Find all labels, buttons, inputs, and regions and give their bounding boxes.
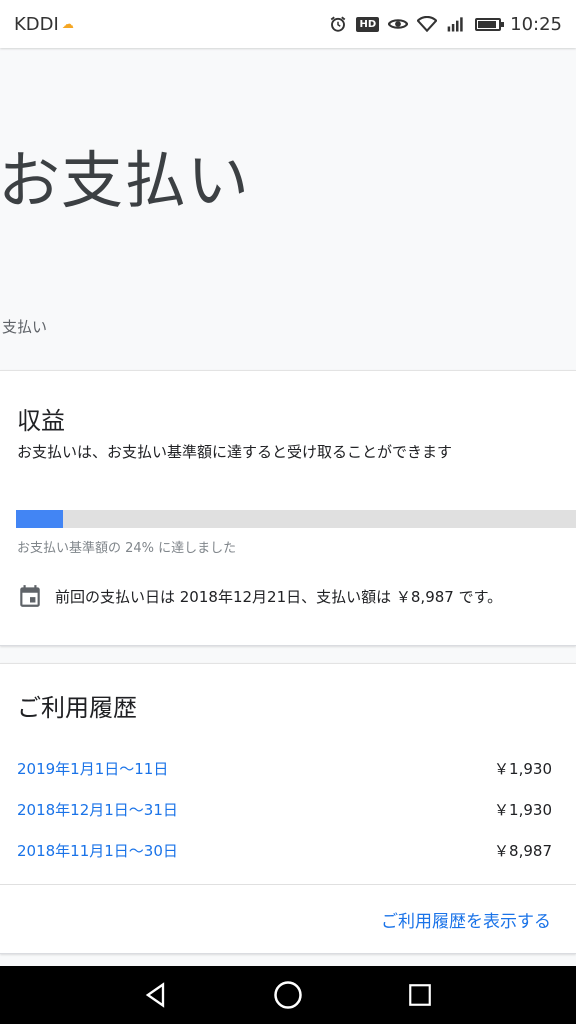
history-amount: ￥1,930: [494, 801, 552, 819]
navigation-bar: [0, 966, 576, 1024]
hd-badge: HD: [356, 16, 380, 32]
history-period-link[interactable]: 2018年12月1日〜31日: [17, 799, 178, 820]
signal-icon: [447, 17, 463, 32]
status-icons: HD 10:25: [329, 14, 562, 35]
home-icon: [274, 981, 302, 1009]
earnings-card: 収益 お支払いは、お支払い基準額に達すると受け取ることができます お支払い基準額…: [0, 370, 576, 646]
history-amount: ￥1,930: [494, 760, 552, 778]
progress-fill: [16, 510, 63, 528]
history-title: ご利用履歴: [17, 694, 137, 722]
home-button[interactable]: [270, 977, 306, 1013]
carrier-name: KDDI: [14, 13, 59, 35]
clock: 10:25: [510, 13, 562, 35]
carrier: KDDI ☁: [14, 14, 74, 35]
history-row[interactable]: 2018年12月1日〜31日 ￥1,930: [17, 799, 552, 820]
history-amount: ￥8,987: [494, 842, 552, 860]
alarm-icon: [331, 16, 346, 32]
back-button[interactable]: [138, 977, 174, 1013]
last-payment-text: 前回の支払い日は 2018年12月21日、支払い額は ￥8,987 です。: [55, 587, 503, 606]
history-row[interactable]: 2019年1月1日〜11日 ￥1,930: [17, 758, 552, 779]
recents-button[interactable]: [402, 977, 438, 1013]
page-title: お支払い: [0, 144, 251, 217]
transaction-history-card: ご利用履歴 2019年1月1日〜11日 ￥1,930 2018年12月1日〜31…: [0, 663, 576, 954]
view-history-link[interactable]: ご利用履歴を表示する: [381, 907, 551, 932]
back-icon: [145, 982, 165, 1008]
eye-icon: [388, 19, 409, 29]
last-payment-info: 前回の支払い日は 2018年12月21日、支払い額は ￥8,987 です。: [17, 583, 502, 609]
page-header: お支払い 支払い: [0, 56, 576, 370]
recents-icon: [409, 984, 431, 1006]
divider: [0, 884, 576, 885]
breadcrumb: 支払い: [2, 318, 48, 336]
earnings-description: お支払いは、お支払い基準額に達すると受け取ることができます: [17, 443, 453, 461]
progress-label: お支払い基準額の 24% に達しました: [17, 541, 237, 556]
battery-icon: [475, 17, 505, 31]
payment-threshold-progress: [16, 510, 576, 528]
history-period-link[interactable]: 2018年11月1日〜30日: [17, 840, 178, 861]
status-bar: KDDI ☁ HD 10:25: [0, 0, 576, 48]
earnings-title: 収益: [17, 407, 65, 435]
history-period-link[interactable]: 2019年1月1日〜11日: [17, 758, 168, 779]
calendar-icon: [20, 585, 40, 607]
history-row[interactable]: 2018年11月1日〜30日 ￥8,987: [17, 840, 552, 861]
weather-icon: ☁: [61, 17, 74, 31]
wifi-icon: [417, 16, 438, 32]
